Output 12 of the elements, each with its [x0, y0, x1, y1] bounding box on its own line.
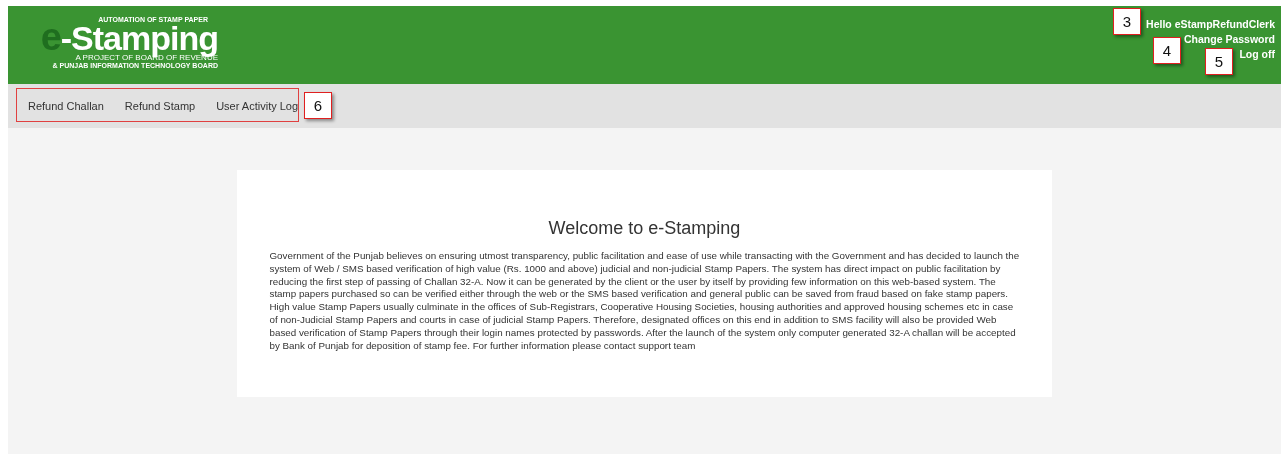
welcome-text: Government of the Punjab believes on ensuring utmost transparency, public facilitation and ease of use while transacting with the Government and has decided to launch the system of Web / SMS based verification of high value (Rs. 1000 and above) judicial and non-judicial Stamp Papers. The system has direct impact on public facilitation by reducing the first step of passing of Challan 32-A. Now it can be generated by the client or the user by itself by providing few information on this web-based system. The stamp papers purchased so can be verified either through the web or the SMS based verification and general public can be saved from fraud based on fake stamp papers. High value Stamp Papers usually culminate in the offices of Sub-Registrars, Cooperative Housing Societies, housing authorities and approved housing schemes etc in case of non-Judicial Stamp Papers and courts in case of judicial Stamp Papers. Therefore, designated offices on this end in addition to SMS facility will also be provided Web based verification of Stamp Papers through their login names protected by passwords. After the launch of the system only computer generated 32-A challan will be accepted by Bank of Punjab for deposition of stamp fee. For further information please contact support team	[269, 250, 1020, 353]
callout-badge: 6	[304, 92, 332, 119]
user-link[interactable]: Change Password	[1183, 32, 1275, 46]
welcome-title: Welcome to e-Stamping	[548, 218, 741, 239]
callout-badge: 4	[1153, 37, 1181, 64]
callout-badge: 3	[1113, 8, 1141, 35]
user-link[interactable]: Log off	[1239, 47, 1275, 61]
user-link[interactable]: Hello eStampRefundClerk	[1146, 17, 1275, 31]
nav-link[interactable]: Refund Stamp	[124, 100, 196, 112]
nav-link[interactable]: Refund Challan	[28, 100, 104, 112]
callout-badge: 5	[1205, 48, 1233, 75]
nav-link[interactable]: User Activity Log	[216, 100, 299, 112]
